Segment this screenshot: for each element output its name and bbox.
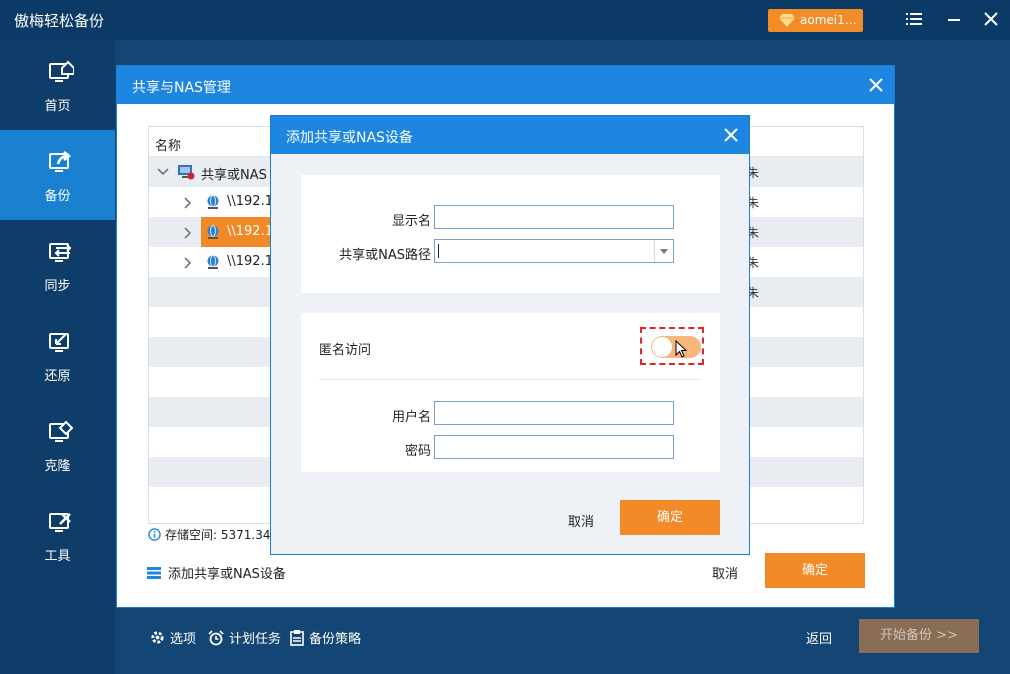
network-share-icon (207, 255, 219, 269)
back-button[interactable]: 返回 (806, 628, 832, 647)
chevron-right-icon[interactable] (183, 257, 193, 269)
chevron-down-icon (660, 249, 668, 254)
network-share-icon (207, 225, 219, 239)
sidebar-item-sync[interactable]: 同步 (0, 220, 115, 310)
text-caret (438, 244, 439, 258)
account-label: aomei1… (800, 13, 857, 27)
sidebar-item-label: 克隆 (44, 459, 71, 474)
backup-strategy-label: 备份策略 (309, 632, 362, 647)
app-title: 傲梅轻松备份 (14, 12, 105, 30)
nas-icon (178, 165, 195, 180)
schedule-label: 计划任务 (229, 632, 282, 647)
divider (319, 379, 702, 380)
backup-icon (49, 151, 72, 172)
clone-icon (49, 420, 74, 442)
add-share-label: 添加共享或NAS设备 (168, 567, 286, 582)
mouse-cursor-icon (675, 340, 687, 358)
anonymous-label: 匿名访问 (319, 343, 372, 358)
username-label: 用户名 (391, 410, 431, 425)
display-name-label: 显示名 (391, 214, 431, 229)
cancel-button[interactable]: 取消 (712, 563, 738, 582)
anonymous-toggle-highlight (640, 327, 704, 365)
dialog-title: 添加共享或NAS设备 (286, 130, 413, 146)
tools-icon (49, 513, 71, 532)
options-button[interactable]: 选项 (150, 628, 196, 647)
sidebar-item-clone[interactable]: 克隆 (0, 400, 115, 490)
strategy-icon (290, 629, 304, 646)
sidebar: 首页 备份 同步 还原 克隆 工具 (0, 40, 115, 674)
password-label: 密码 (404, 444, 431, 459)
add-share-button[interactable]: 添加共享或NAS设备 (147, 563, 286, 582)
storage-label: 存储空间: 5371.346 (165, 528, 279, 542)
dialog-header: 共享与NAS管理 (117, 66, 894, 104)
sidebar-item-backup[interactable]: 备份 (0, 130, 115, 220)
connection-panel: 显示名 共享或NAS路径 (301, 175, 720, 293)
info-icon (148, 528, 161, 541)
sidebar-item-label: 还原 (44, 369, 71, 384)
schedule-button[interactable]: 计划任务 (208, 628, 281, 647)
tree-root-label: 共享或NAS (201, 168, 267, 183)
home-icon (49, 60, 74, 82)
credentials-panel: 匿名访问 用户名 密码 (301, 313, 720, 472)
gear-icon (151, 631, 164, 644)
title-bar: 傲梅轻松备份 aomei1… (0, 0, 1010, 40)
restore-icon (49, 333, 69, 352)
path-combobox[interactable] (434, 239, 674, 263)
close-icon[interactable] (984, 12, 998, 26)
dropdown-button[interactable] (654, 240, 673, 262)
sync-icon (49, 243, 72, 262)
username-input[interactable] (434, 401, 674, 425)
password-input[interactable] (434, 435, 674, 459)
sidebar-item-tools[interactable]: 工具 (0, 490, 115, 580)
account-button[interactable]: aomei1… (768, 9, 863, 32)
menu-icon[interactable] (906, 12, 922, 26)
column-name: 名称 (155, 139, 182, 154)
dialog-title: 共享与NAS管理 (132, 80, 231, 96)
ok-button[interactable]: 确定 (620, 500, 720, 535)
close-icon[interactable] (724, 128, 738, 142)
storage-info: 存储空间: 5371.346 (148, 526, 278, 543)
diamond-icon (779, 14, 795, 27)
sidebar-item-label: 首页 (44, 99, 71, 114)
ok-button[interactable]: 确定 (765, 553, 865, 588)
path-label: 共享或NAS路径 (339, 248, 431, 263)
alarm-clock-icon (208, 629, 224, 645)
backup-strategy-button[interactable]: 备份策略 (290, 628, 361, 647)
close-icon[interactable] (869, 78, 883, 92)
chevron-down-icon[interactable] (157, 167, 169, 177)
start-backup-button[interactable]: 开始备份 >> (859, 619, 979, 653)
chevron-right-icon[interactable] (183, 197, 193, 209)
toggle-knob (652, 337, 672, 357)
sidebar-item-label: 工具 (44, 549, 71, 564)
minimize-icon[interactable] (948, 19, 960, 21)
add-nas-dialog: 添加共享或NAS设备 显示名 共享或NAS路径 匿名访问 用户名 密码 取消 确… (270, 115, 750, 555)
dialog-header: 添加共享或NAS设备 (271, 116, 749, 154)
sidebar-item-restore[interactable]: 还原 (0, 310, 115, 400)
sidebar-item-home[interactable]: 首页 (0, 40, 115, 130)
options-label: 选项 (170, 632, 197, 647)
sidebar-item-label: 备份 (44, 189, 71, 204)
sidebar-item-label: 同步 (44, 279, 71, 294)
cancel-button[interactable]: 取消 (568, 511, 594, 530)
network-share-icon (207, 195, 219, 209)
chevron-right-icon[interactable] (183, 227, 193, 239)
display-name-input[interactable] (434, 205, 674, 229)
list-icon (147, 566, 161, 579)
app-window: 傲梅轻松备份 aomei1… 首页 备份 同步 还原 克隆 工具 选项 计划任务… (0, 0, 1010, 674)
